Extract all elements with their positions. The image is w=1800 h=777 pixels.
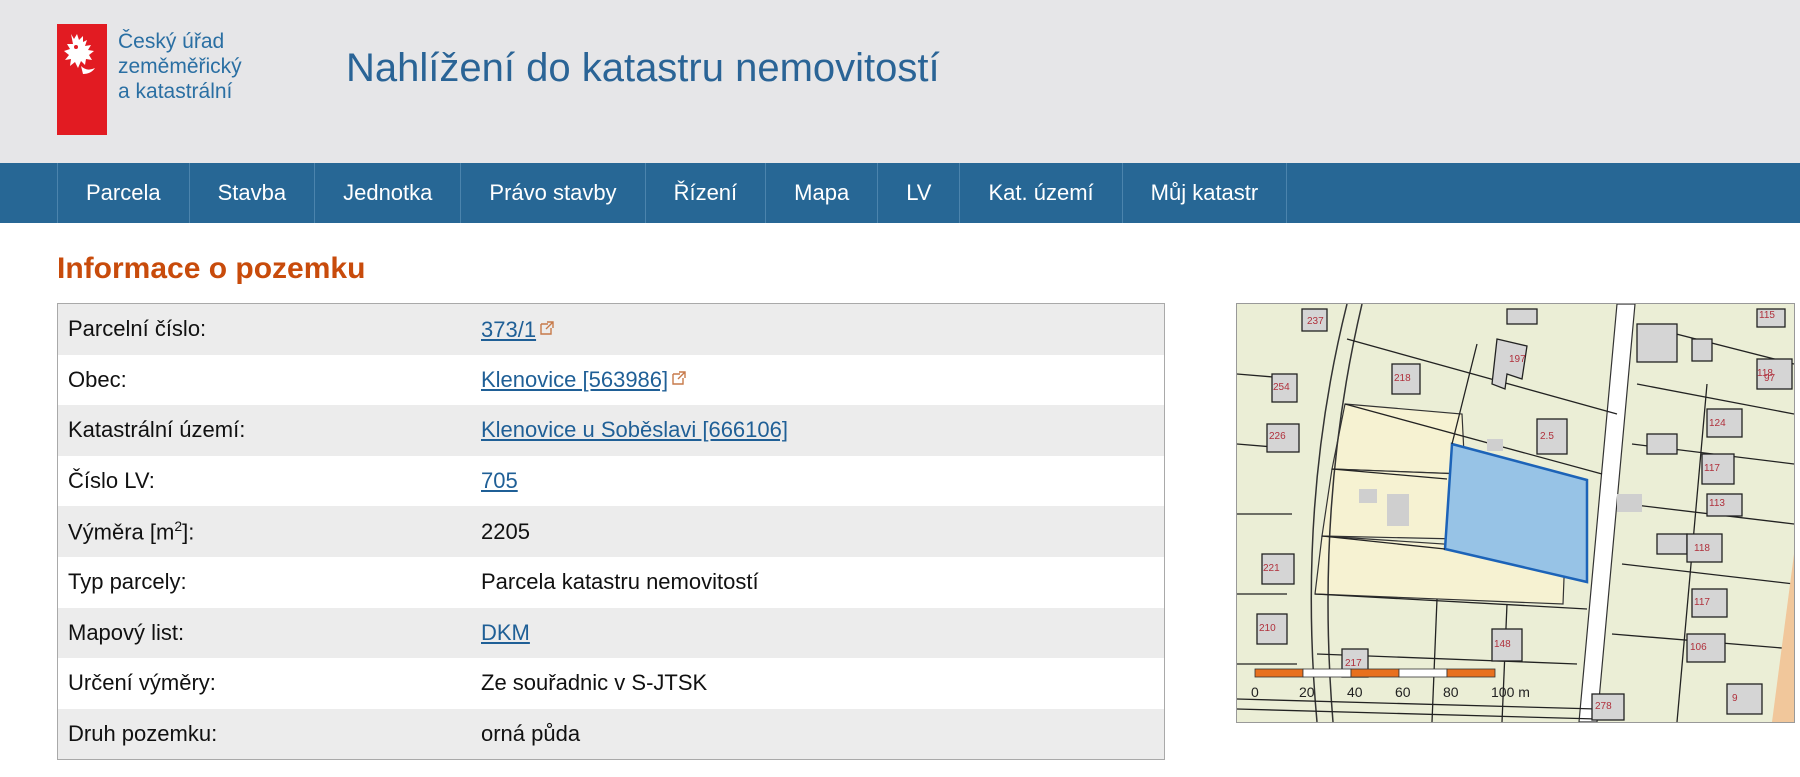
table-row: Typ parcely: Parcela katastru nemovitostí — [57, 556, 1165, 608]
scale-label: 80 — [1443, 684, 1459, 700]
page-header: Český úřad zeměměřický a katastrální Nah… — [0, 0, 1800, 163]
row-value-link[interactable]: Klenovice [563986] — [481, 367, 668, 392]
scale-label: 0 — [1251, 684, 1259, 700]
building-number-label: 148 — [1494, 639, 1511, 650]
nav-item-3[interactable]: Právo stavby — [461, 163, 646, 223]
building-number-label: 9 — [1732, 693, 1738, 704]
building-number-label: 118 — [1694, 543, 1710, 554]
scale-segment — [1302, 668, 1352, 678]
row-value: 373/1 — [471, 303, 1165, 355]
row-value: DKM — [471, 607, 1165, 659]
nav-item-4[interactable]: Řízení — [646, 163, 767, 223]
row-value: Klenovice u Soběslavi [666106] — [471, 405, 1165, 456]
row-label: Určení výměry: — [57, 658, 471, 709]
building-number-label: 217 — [1345, 658, 1362, 669]
building-number-label: 237 — [1307, 316, 1324, 327]
building-number-label: 115 — [1759, 310, 1775, 321]
building-number-label: 278 — [1595, 701, 1612, 712]
table-row: Číslo LV: 705 — [57, 455, 1165, 507]
scale-segment — [1350, 668, 1400, 678]
nav-item-5[interactable]: Mapa — [766, 163, 879, 223]
row-value: Parcela katastru nemovitostí — [471, 556, 1165, 608]
main-nav: Parcela Stavba Jednotka Právo stavby Řízení M… — [0, 163, 1800, 223]
table-row: Výměra [m2]: 2205 — [57, 506, 1165, 557]
row-label-suffix: ]: — [182, 519, 195, 545]
nav-item-6[interactable]: LV — [878, 163, 961, 223]
row-label-sup: 2 — [174, 518, 183, 534]
scale-label: 40 — [1347, 684, 1363, 700]
row-label: Typ parcely: — [57, 556, 471, 608]
row-value: 705 — [471, 455, 1165, 507]
table-row: Druh pozemku: orná půda — [57, 708, 1165, 760]
scale-segment — [1398, 668, 1448, 678]
table-row: Parcelní číslo: 373/1 — [57, 303, 1165, 355]
section-title: Informace o pozemku — [57, 252, 366, 285]
building-number-label: 197 — [1509, 354, 1526, 365]
row-value: Klenovice [563986] — [471, 354, 1165, 406]
building-number-label: 113 — [1709, 498, 1725, 509]
row-label: Katastrální území: — [57, 405, 471, 456]
table-row: Katastrální území: Klenovice u Soběslavi … — [57, 405, 1165, 456]
scale-label: 60 — [1395, 684, 1411, 700]
building-number-label: 210 — [1259, 623, 1276, 634]
row-label: Číslo LV: — [57, 455, 471, 507]
row-value: orná půda — [471, 708, 1165, 760]
cuzk-logo[interactable] — [57, 24, 107, 135]
row-value-link[interactable]: 705 — [481, 468, 518, 493]
external-link-icon[interactable] — [539, 316, 555, 342]
building-number-label: 218 — [1394, 373, 1411, 384]
parcel-info-table: Parcelní číslo: 373/1 Obec: Klenovice [5639… — [57, 303, 1165, 761]
org-name: Český úřad zeměměřický a katastrální — [118, 29, 242, 104]
external-link-icon[interactable] — [671, 366, 687, 392]
row-value: Ze souřadnic v S-JTSK — [471, 658, 1165, 709]
org-name-line1: Český úřad — [118, 30, 225, 53]
row-label: Obec: — [57, 354, 471, 406]
org-name-line2: zeměměřický — [118, 55, 242, 78]
building-number-label: 117 — [1694, 597, 1710, 608]
building-number-label: 97 — [1764, 373, 1776, 384]
map-canvas[interactable]: 237197115118254218 97226 2.512411711311822… — [1237, 304, 1794, 722]
site-title: Nahlížení do katastru nemovitostí — [346, 46, 940, 90]
row-label: Výměra [m2]: — [57, 506, 471, 557]
table-row: Mapový list: DKM — [57, 607, 1165, 659]
map-scale-bar: 0 20 40 60 80 100 m — [1251, 668, 1530, 700]
table-row: Určení výměry: Ze souřadnic v S-JTSK — [57, 658, 1165, 709]
map-parcels — [1237, 304, 1794, 722]
row-value-link[interactable]: Klenovice u Soběslavi [666106] — [481, 417, 788, 442]
building-number-label: 124 — [1709, 418, 1726, 429]
scale-label: 20 — [1299, 684, 1315, 700]
czech-lion-icon — [64, 34, 95, 74]
table-row: Obec: Klenovice [563986] — [57, 354, 1165, 406]
main-nav-items: Parcela Stavba Jednotka Právo stavby Řízení M… — [57, 163, 1288, 223]
nav-item-0[interactable]: Parcela — [58, 163, 190, 223]
building-number-label: 254 — [1273, 382, 1290, 393]
building-number-label: 117 — [1704, 463, 1720, 474]
row-value: 2205 — [471, 506, 1165, 557]
scale-label: 100 m — [1491, 684, 1530, 700]
row-value-link[interactable]: DKM — [481, 620, 530, 645]
scale-segment — [1254, 668, 1304, 678]
row-label: Parcelní číslo: — [57, 303, 471, 355]
nav-item-2[interactable]: Jednotka — [315, 163, 462, 223]
row-value-link[interactable]: 373/1 — [481, 317, 536, 342]
building-number-label: 221 — [1263, 563, 1280, 574]
row-label: Druh pozemku: — [57, 708, 471, 760]
building-number-label: 226 — [1269, 431, 1286, 442]
scale-segment — [1446, 668, 1496, 678]
nav-item-1[interactable]: Stavba — [190, 163, 316, 223]
nav-item-8[interactable]: Můj katastr — [1123, 163, 1288, 223]
nav-item-7[interactable]: Kat. území — [960, 163, 1123, 223]
building-number-label: 2.5 — [1540, 431, 1554, 442]
building-number-label: 106 — [1690, 642, 1707, 653]
row-label-prefix: Výměra [m — [68, 519, 175, 545]
cadastral-map[interactable]: 237 197 115 118 254 218 97 226 2.5 124 117 113 118 22… — [1236, 303, 1795, 723]
row-label: Mapový list: — [57, 607, 471, 659]
org-name-line3: a katastrální — [118, 80, 233, 103]
